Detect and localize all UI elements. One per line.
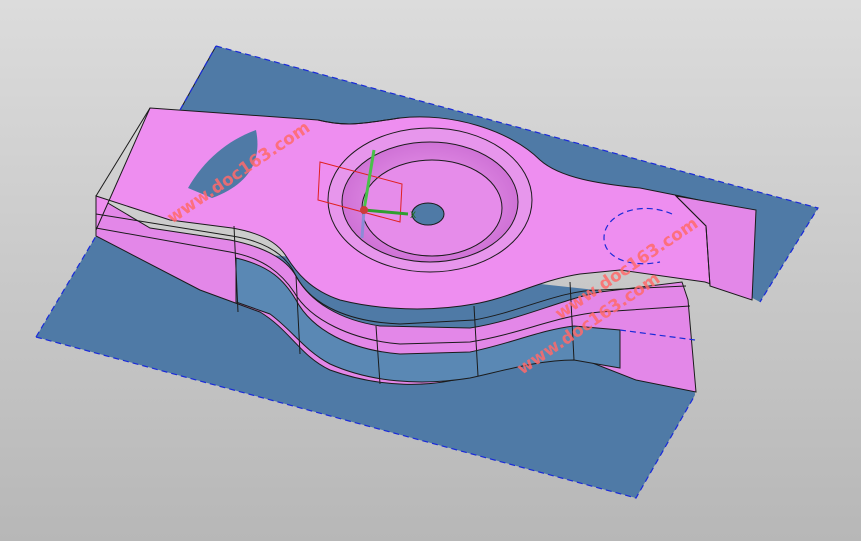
triad-z-axis (360, 209, 366, 239)
cad-scene[interactable]: X www.doc163.com www.doc163.com www.doc1… (0, 0, 861, 541)
cad-viewport[interactable]: X www.doc163.com www.doc163.com www.doc1… (0, 0, 861, 541)
triad-x-label: X (410, 211, 416, 221)
center-hole[interactable] (411, 202, 445, 226)
triad-origin (360, 206, 368, 214)
